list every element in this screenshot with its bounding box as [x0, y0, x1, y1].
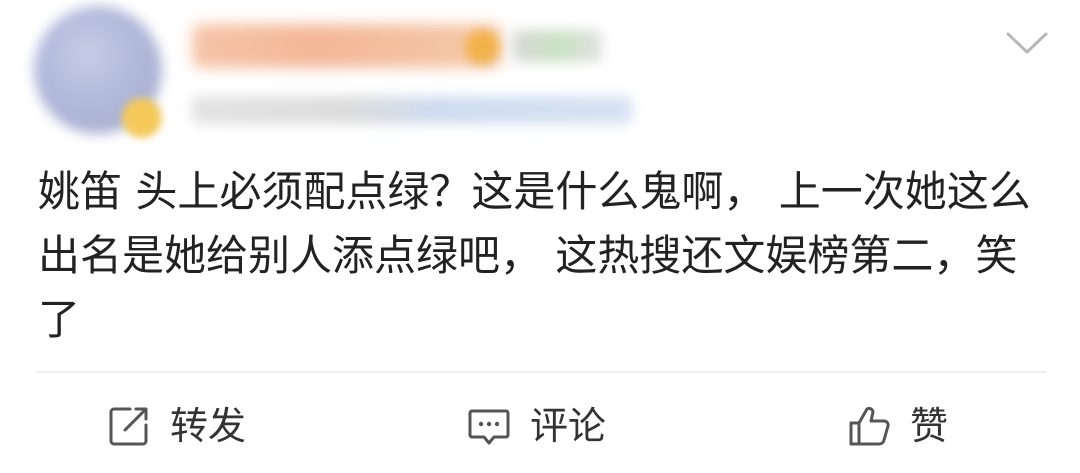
thumbs-up-icon	[846, 403, 892, 449]
repost-label: 转发	[170, 404, 247, 448]
post-content: 姚笛 头上必须配点绿？这是什么鬼啊， 上一次她这么出名是她给别人添点绿吧， 这热…	[38, 167, 1031, 344]
divider	[36, 371, 1046, 373]
chevron-down-icon[interactable]	[1002, 26, 1052, 60]
verified-badge-icon	[122, 98, 162, 138]
comment-icon	[466, 403, 512, 449]
share-icon	[106, 403, 152, 449]
post-meta-redacted	[192, 96, 632, 124]
weibo-post: 姚笛 头上必须配点绿？这是什么鬼啊， 上一次她这么出名是她给别人添点绿吧， 这热…	[0, 0, 1080, 473]
vip-badge-icon	[465, 30, 499, 64]
comment-button[interactable]: 评论	[466, 398, 606, 454]
comment-label: 评论	[530, 404, 607, 448]
like-label: 赞	[910, 404, 949, 448]
level-badge-icon	[512, 30, 602, 62]
avatar[interactable]	[34, 6, 168, 140]
username-redacted[interactable]	[192, 24, 502, 68]
repost-button[interactable]: 转发	[106, 398, 246, 454]
like-button[interactable]: 赞	[846, 398, 948, 454]
